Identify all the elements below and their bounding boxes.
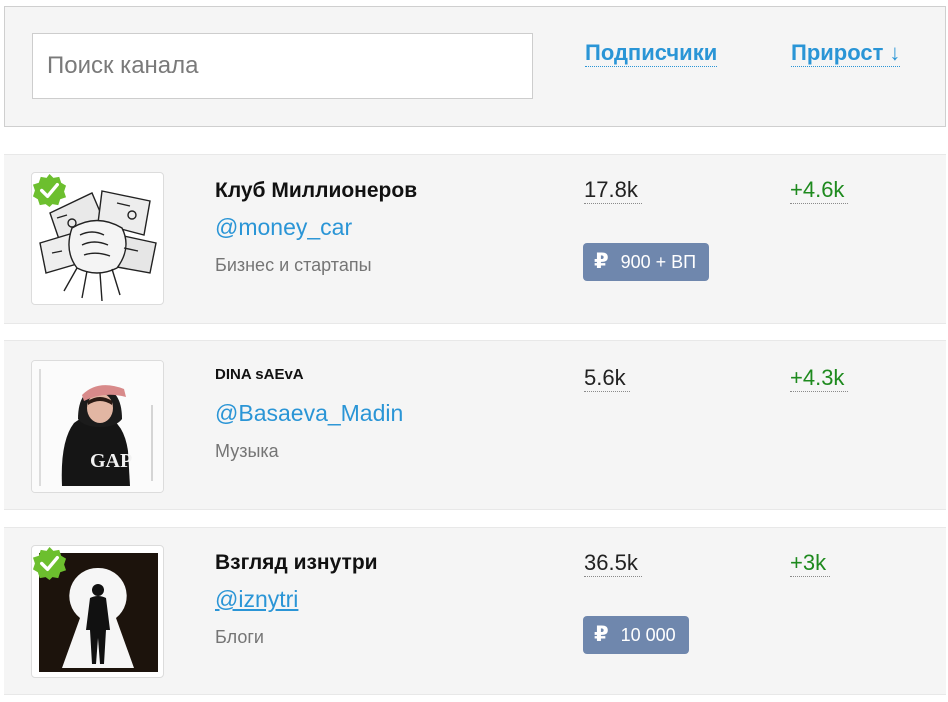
subscriber-count: 36.5k — [584, 550, 642, 577]
channel-name[interactable]: Взгляд изнутри — [215, 551, 378, 575]
verified-badge-icon — [32, 546, 67, 581]
channel-card[interactable]: Взгляд изнутри @iznytri Блоги 36.5k +3k … — [4, 527, 946, 695]
channel-avatar[interactable] — [31, 172, 164, 305]
channel-name[interactable]: Клуб Миллионеров — [215, 179, 417, 203]
channel-category: Музыка — [215, 441, 279, 461]
growth-count: +3k — [790, 550, 831, 577]
sort-subscribers-link[interactable]: Подписчики — [585, 40, 718, 67]
subscriber-count: 5.6k — [584, 365, 630, 392]
ruble-icon: ₽ — [594, 623, 609, 646]
price-value: 900 + ВП — [620, 252, 697, 272]
channel-avatar[interactable] — [31, 545, 164, 678]
price-badge[interactable]: ₽900 + ВП — [583, 243, 710, 281]
growth-count: +4.3k — [790, 365, 849, 392]
subscriber-count: 17.8k — [584, 177, 642, 204]
channel-handle-link[interactable]: @iznytri — [215, 586, 298, 613]
channel-card[interactable]: Клуб Миллионеров @money_car Бизнес и ста… — [4, 154, 946, 324]
growth-count: +4.6k — [790, 177, 849, 204]
sort-growth-label: Прирост — [791, 40, 884, 65]
sort-desc-arrow-icon: ↓ — [889, 40, 901, 65]
channel-card[interactable]: GAP DINA sAEvA @Basaeva_Madin Музыка 5.6… — [4, 340, 946, 510]
sort-growth-link[interactable]: Прирост ↓ — [791, 40, 901, 67]
person-hoodie-photo: GAP — [32, 361, 163, 492]
svg-text:GAP: GAP — [90, 450, 132, 472]
channel-handle-link[interactable]: @Basaeva_Madin — [215, 400, 403, 427]
channel-category: Блоги — [215, 627, 264, 647]
search-box[interactable] — [32, 33, 533, 99]
verified-badge-icon — [32, 173, 67, 208]
channel-category: Бизнес и стартапы — [215, 255, 372, 275]
ruble-icon: ₽ — [594, 250, 609, 273]
channel-filter-bar: Подписчики Прирост↓ — [4, 6, 946, 127]
channel-name[interactable]: DINA sAEvA — [215, 366, 304, 383]
channel-avatar[interactable]: GAP — [31, 360, 164, 493]
search-input[interactable] — [33, 34, 532, 98]
channel-handle-link[interactable]: @money_car — [215, 214, 352, 241]
price-badge[interactable]: ₽10 000 — [583, 616, 689, 654]
price-value: 10 000 — [620, 625, 676, 645]
